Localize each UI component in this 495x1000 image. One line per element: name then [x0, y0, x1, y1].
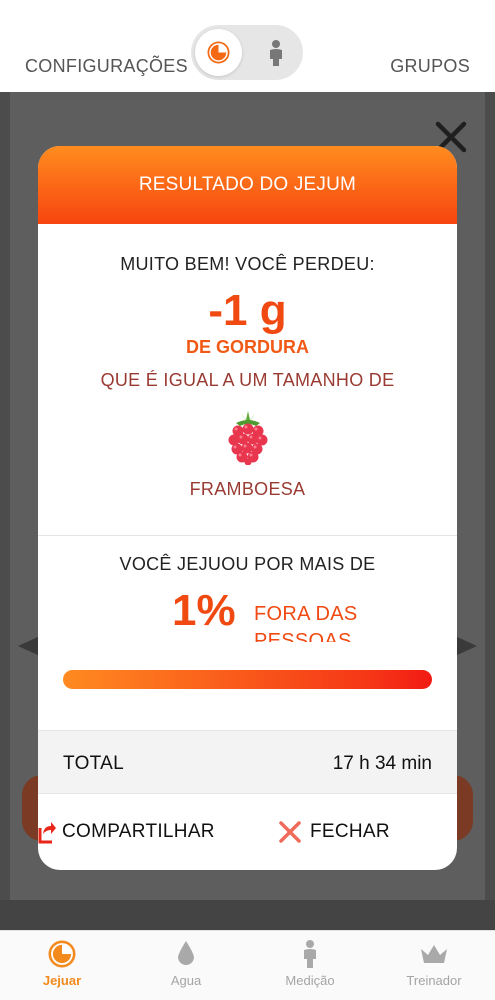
ranking-label: FORA DAS PESSOAS	[254, 603, 358, 642]
ranking-percent: 1%	[172, 586, 236, 635]
fat-loss-section: MUITO BEM! VOCÊ PERDEU: -1 g DE GORDURA …	[38, 224, 457, 536]
next-arrow-icon	[455, 636, 477, 656]
groups-link[interactable]: GRUPOS	[390, 56, 470, 77]
fast-result-modal: RESULTADO DO JEJUM MUITO BEM! VOCÊ PERDE…	[38, 146, 457, 870]
share-label: COMPARTILHAR	[62, 821, 215, 842]
mode-toggle[interactable]	[191, 25, 303, 80]
fruit-name: FRAMBOESA	[189, 479, 306, 499]
previous-arrow-icon	[18, 636, 40, 656]
total-duration: 17 h 34 min	[332, 753, 432, 774]
tab-agua[interactable]: Agua	[124, 931, 248, 1000]
tab-label: Treinador	[406, 973, 462, 988]
tab-medicao[interactable]: Medição	[248, 931, 372, 1000]
close-button[interactable]: FECHAR	[278, 814, 390, 850]
comparison-text: QUE É IGUAL A UM TAMANHO DE	[100, 370, 395, 390]
total-row: TOTAL 17 h 34 min	[38, 730, 457, 794]
fat-lost-value: -1 g	[208, 286, 287, 335]
backdrop-bottom	[0, 900, 495, 930]
modal-title: RESULTADO DO JEJUM	[38, 146, 457, 224]
result-intro: MUITO BEM! VOCÊ PERDEU:	[120, 254, 375, 274]
tab-label: Jejuar	[42, 973, 82, 988]
fat-lost-unit: DE GORDURA	[185, 337, 309, 357]
water-drop-icon	[178, 941, 194, 965]
share-icon	[38, 822, 56, 844]
person-icon	[304, 940, 316, 968]
fasting-icon	[48, 940, 76, 968]
share-button[interactable]: COMPARTILHAR	[38, 814, 215, 850]
ranking-progress-bar	[63, 670, 432, 689]
ranking-section: VOCÊ JEJUOU POR MAIS DE 1% FORA DAS PESS…	[38, 536, 457, 730]
tab-label: Agua	[170, 973, 202, 988]
ranking-intro: VOCÊ JEJUOU POR MAIS DE	[119, 554, 376, 574]
fasting-icon	[207, 41, 230, 64]
tab-treinador[interactable]: Treinador	[372, 931, 495, 1000]
tab-jejuar[interactable]: Jejuar	[0, 931, 124, 1000]
crown-icon	[421, 945, 447, 963]
backdrop-edge	[0, 92, 10, 900]
ranking-values: 1% FORA DAS PESSOAS	[172, 586, 422, 642]
person-icon[interactable]	[261, 38, 291, 68]
close-icon	[279, 821, 301, 843]
close-label: FECHAR	[310, 821, 390, 842]
tab-label: Medição	[285, 973, 335, 988]
raspberry-icon	[228, 411, 267, 465]
top-bar: CONFIGURAÇÕES GRUPOS	[0, 0, 495, 92]
modal-actions: COMPARTILHAR FECHAR	[38, 794, 457, 870]
total-label: TOTAL	[63, 753, 124, 774]
bottom-tab-bar: Jejuar Agua Medição Treinador	[0, 930, 495, 1000]
toggle-fasting-option[interactable]	[195, 29, 242, 76]
backdrop-edge	[485, 92, 495, 900]
settings-link[interactable]: CONFIGURAÇÕES	[25, 56, 188, 77]
